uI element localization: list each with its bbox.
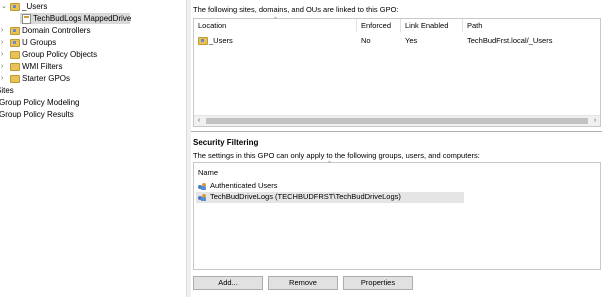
ou-folder-icon bbox=[10, 39, 20, 47]
collapse-arrow-icon[interactable]: ⌄ bbox=[1, 1, 7, 12]
group-icon bbox=[198, 193, 207, 201]
column-header-location[interactable]: Location bbox=[194, 19, 357, 32]
tree-label: Group Policy Results bbox=[0, 110, 74, 119]
tree-label: Group Policy Modeling bbox=[0, 98, 80, 107]
list-item[interactable]: Authenticated Users bbox=[196, 181, 466, 192]
entry-label: Authenticated Users bbox=[210, 181, 278, 190]
ou-folder-icon bbox=[198, 37, 208, 45]
details-pane: The following sites, domains, and OUs ar… bbox=[191, 0, 602, 297]
tree-label: WMI Filters bbox=[22, 62, 63, 71]
navigation-tree: ⌄ _Users TechBudLogs MappedDrive › Domai… bbox=[0, 0, 186, 297]
tree-label: Starter GPOs bbox=[22, 74, 71, 83]
section-divider bbox=[191, 131, 602, 132]
horizontal-scrollbar[interactable]: ‹ › bbox=[194, 115, 600, 126]
column-header-enforced[interactable]: Enforced bbox=[357, 19, 401, 32]
expand-arrow-icon[interactable]: › bbox=[1, 61, 7, 72]
column-header-path[interactable]: Path bbox=[463, 19, 600, 32]
expand-arrow-icon[interactable]: › bbox=[1, 49, 7, 60]
expand-arrow-icon[interactable]: › bbox=[1, 73, 7, 84]
tree-label: U Groups bbox=[22, 38, 57, 47]
folder-icon bbox=[10, 51, 20, 59]
table-row[interactable]: _Users No Yes TechBudFrst.local/_Users bbox=[194, 35, 600, 46]
row-link-enabled: Yes bbox=[405, 36, 418, 45]
row-path: TechBudFrst.local/_Users bbox=[467, 36, 553, 45]
add-button[interactable]: Add... bbox=[193, 276, 263, 290]
tree-label: Sites bbox=[0, 86, 14, 95]
list-item[interactable]: TechBudDriveLogs (TECHBUDFRST\TechBudDri… bbox=[196, 192, 464, 203]
scrollbar-thumb[interactable] bbox=[206, 118, 588, 124]
scroll-left-icon[interactable]: ‹ bbox=[194, 116, 204, 126]
links-list[interactable]: ^ Location Enforced Link Enabled Path _U… bbox=[193, 17, 601, 127]
security-filtering-title: Security Filtering bbox=[193, 138, 259, 147]
row-enforced: No bbox=[361, 36, 371, 45]
group-icon bbox=[198, 182, 207, 190]
expand-arrow-icon[interactable]: › bbox=[1, 37, 7, 48]
tree-label: Domain Controllers bbox=[22, 26, 91, 35]
entry-label: TechBudDriveLogs (TECHBUDFRST\TechBudDri… bbox=[210, 192, 401, 201]
tree-label: TechBudLogs MappedDrive bbox=[33, 14, 132, 23]
ou-folder-icon bbox=[10, 3, 20, 11]
row-location: _Users bbox=[209, 36, 233, 45]
folder-icon bbox=[10, 75, 20, 83]
gpo-link-icon bbox=[22, 14, 31, 24]
links-intro-text: The following sites, domains, and OUs ar… bbox=[193, 5, 399, 14]
column-header-link-enabled[interactable]: Link Enabled bbox=[401, 19, 463, 32]
remove-button[interactable]: Remove bbox=[268, 276, 338, 290]
folder-icon bbox=[10, 63, 20, 71]
tree-label: _Users bbox=[22, 2, 48, 11]
tree-label: Group Policy Objects bbox=[22, 50, 98, 59]
scroll-right-icon[interactable]: › bbox=[590, 116, 600, 126]
security-filter-list[interactable]: ^ Name Authenticated Users TechBudDriveL… bbox=[193, 161, 601, 270]
column-header-name[interactable]: Name bbox=[194, 166, 600, 179]
security-intro-text: The settings in this GPO can only apply … bbox=[193, 151, 480, 160]
ou-folder-icon bbox=[10, 27, 20, 35]
expand-arrow-icon[interactable]: › bbox=[1, 25, 7, 36]
properties-button[interactable]: Properties bbox=[343, 276, 413, 290]
